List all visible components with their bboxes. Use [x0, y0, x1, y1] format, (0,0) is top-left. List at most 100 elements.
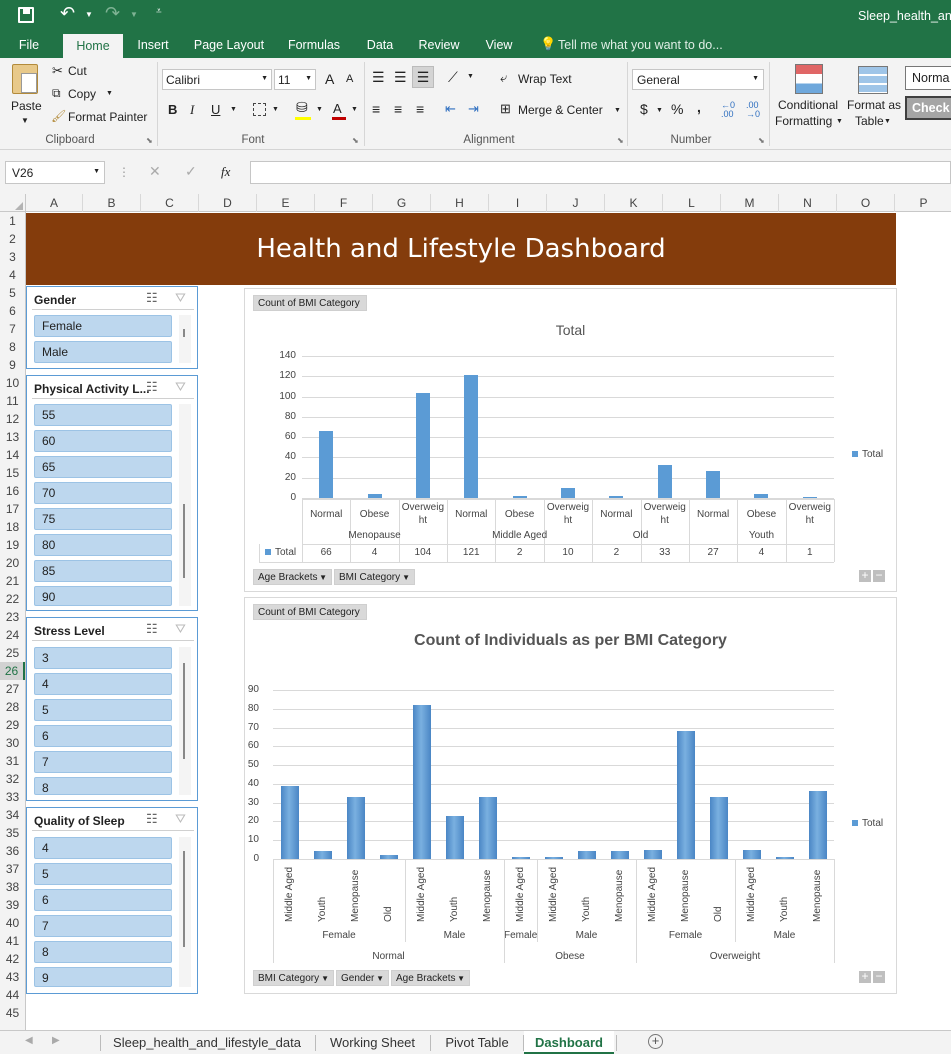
- tab-file[interactable]: File: [8, 32, 50, 58]
- format-as-table-icon[interactable]: [858, 66, 888, 94]
- tab-formulas[interactable]: Formulas: [282, 32, 346, 58]
- redo-dropdown-icon[interactable]: ▼: [130, 10, 138, 19]
- row-header-4[interactable]: 4: [0, 266, 25, 284]
- currency-button[interactable]: $: [640, 101, 648, 117]
- slicer-item[interactable]: 3: [34, 647, 172, 669]
- slicer-item[interactable]: 5: [34, 699, 172, 721]
- paste-icon[interactable]: [12, 64, 38, 94]
- currency-dropdown-icon[interactable]: ▼: [656, 107, 663, 114]
- sheet-tab-data[interactable]: Sleep_health_and_lifestyle_data: [106, 1031, 308, 1054]
- increase-indent-icon[interactable]: ⇥: [468, 101, 479, 117]
- undo-dropdown-icon[interactable]: ▼: [85, 10, 93, 19]
- new-sheet-icon[interactable]: +: [648, 1034, 663, 1049]
- row-header-11[interactable]: 11: [0, 392, 25, 410]
- row-header-16[interactable]: 16: [0, 482, 25, 500]
- clear-filter-icon[interactable]: ⛛: [175, 811, 186, 827]
- tab-view[interactable]: View: [478, 32, 520, 58]
- undo-icon[interactable]: ↶: [60, 3, 75, 24]
- number-launcher-icon[interactable]: ⬊: [758, 136, 765, 145]
- col-header-p[interactable]: P: [895, 194, 951, 212]
- decrease-decimal-icon[interactable]: .00 →0: [746, 101, 760, 119]
- row-header-10[interactable]: 10: [0, 374, 25, 392]
- align-center-icon[interactable]: ≡: [394, 101, 402, 117]
- redo-icon[interactable]: ↷: [105, 3, 120, 24]
- col-header-b[interactable]: B: [83, 194, 141, 212]
- row-header-34[interactable]: 34: [0, 806, 25, 824]
- col-header-l[interactable]: L: [663, 194, 721, 212]
- col-header-g[interactable]: G: [373, 194, 431, 212]
- font-color-dropdown-icon[interactable]: ▼: [351, 106, 358, 113]
- cancel-icon[interactable]: ✕: [149, 163, 161, 180]
- row-header-24[interactable]: 24: [0, 626, 25, 644]
- tab-insert[interactable]: Insert: [130, 32, 176, 58]
- value-field-button[interactable]: Count of BMI Category: [253, 295, 367, 311]
- style-check-cell[interactable]: Check: [905, 96, 951, 120]
- slicer-item[interactable]: 6: [34, 889, 172, 911]
- conditional-formatting-label[interactable]: Conditional: [778, 98, 838, 112]
- save-icon[interactable]: [18, 7, 34, 23]
- row-header-31[interactable]: 31: [0, 752, 25, 770]
- customize-qat-icon[interactable]: ⩡: [156, 6, 162, 17]
- row-header-17[interactable]: 17: [0, 500, 25, 518]
- row-header-3[interactable]: 3: [0, 248, 25, 266]
- slicer-item[interactable]: 55: [34, 404, 172, 426]
- row-header-39[interactable]: 39: [0, 896, 25, 914]
- borders-icon[interactable]: [253, 103, 266, 116]
- col-header-a[interactable]: A: [26, 194, 83, 212]
- slicer-item[interactable]: 9: [34, 967, 172, 987]
- fill-color-icon[interactable]: ⛁: [296, 99, 308, 116]
- font-size-box[interactable]: 11 ▼: [274, 69, 316, 90]
- col-header-c[interactable]: C: [141, 194, 199, 212]
- format-painter-button[interactable]: Format Painter: [68, 110, 147, 124]
- align-left-icon[interactable]: ≡: [372, 101, 380, 117]
- multi-select-icon[interactable]: ☷: [146, 621, 158, 637]
- sheet-tab-dashboard[interactable]: Dashboard: [524, 1031, 614, 1054]
- collapse-field-icon[interactable]: −: [873, 569, 885, 582]
- number-format-box[interactable]: General ▼: [632, 69, 764, 90]
- row-header-32[interactable]: 32: [0, 770, 25, 788]
- enter-icon[interactable]: ✓: [185, 163, 197, 180]
- slicer-item[interactable]: 60: [34, 430, 172, 452]
- cut-icon[interactable]: ✂: [52, 63, 63, 79]
- slicer-scrollbar[interactable]: [179, 837, 191, 987]
- row-header-26[interactable]: 26: [0, 662, 25, 680]
- slicer-scrollbar[interactable]: [179, 647, 191, 795]
- insert-function-icon[interactable]: fx: [221, 164, 230, 180]
- slicer-item[interactable]: 8: [34, 777, 172, 795]
- comma-button[interactable]: ,: [697, 99, 701, 115]
- col-header-i[interactable]: I: [489, 194, 547, 212]
- row-header-14[interactable]: 14: [0, 446, 25, 464]
- slicer-quality-of-sleep[interactable]: Quality of Sleep ☷ ⛛ 4 5 6 7 8 9: [26, 807, 198, 994]
- font-name-box[interactable]: Calibri ▼: [162, 69, 272, 90]
- slicer-item[interactable]: 4: [34, 837, 172, 859]
- copy-button[interactable]: Copy: [68, 87, 96, 101]
- col-header-h[interactable]: H: [431, 194, 489, 212]
- row-header-23[interactable]: 23: [0, 608, 25, 626]
- formula-input[interactable]: [250, 161, 951, 184]
- slicer-item[interactable]: 75: [34, 508, 172, 530]
- slicer-stress-level[interactable]: Stress Level ☷ ⛛ 3 4 5 6 7 8: [26, 617, 198, 801]
- slicer-scrollbar[interactable]: [179, 404, 191, 606]
- expand-field-icon[interactable]: +: [859, 970, 871, 983]
- format-table-dropdown-icon[interactable]: ▼: [884, 118, 891, 125]
- conditional-formatting-label-2[interactable]: Formatting: [775, 114, 832, 128]
- conditional-dropdown-icon[interactable]: ▼: [836, 118, 843, 125]
- axis-field-button-age-brackets[interactable]: Age Brackets ▼: [391, 970, 470, 986]
- row-header-45[interactable]: 45: [0, 1004, 25, 1022]
- col-header-n[interactable]: N: [779, 194, 837, 212]
- merge-center-icon[interactable]: ⊞: [500, 101, 511, 117]
- slicer-item[interactable]: 6: [34, 725, 172, 747]
- slicer-item[interactable]: 85: [34, 560, 172, 582]
- orientation-dropdown-icon[interactable]: ▼: [467, 73, 474, 80]
- align-top-icon[interactable]: ☰: [372, 69, 385, 86]
- align-bottom-icon[interactable]: ☰: [412, 66, 434, 88]
- row-header-25[interactable]: 25: [0, 644, 25, 662]
- row-header-15[interactable]: 15: [0, 464, 25, 482]
- row-header-33[interactable]: 33: [0, 788, 25, 806]
- row-header-43[interactable]: 43: [0, 968, 25, 986]
- orientation-icon[interactable]: ⟋: [448, 69, 458, 86]
- row-header-35[interactable]: 35: [0, 824, 25, 842]
- row-header-27[interactable]: 27: [0, 680, 25, 698]
- align-middle-icon[interactable]: ☰: [394, 69, 407, 86]
- row-header-44[interactable]: 44: [0, 986, 25, 1004]
